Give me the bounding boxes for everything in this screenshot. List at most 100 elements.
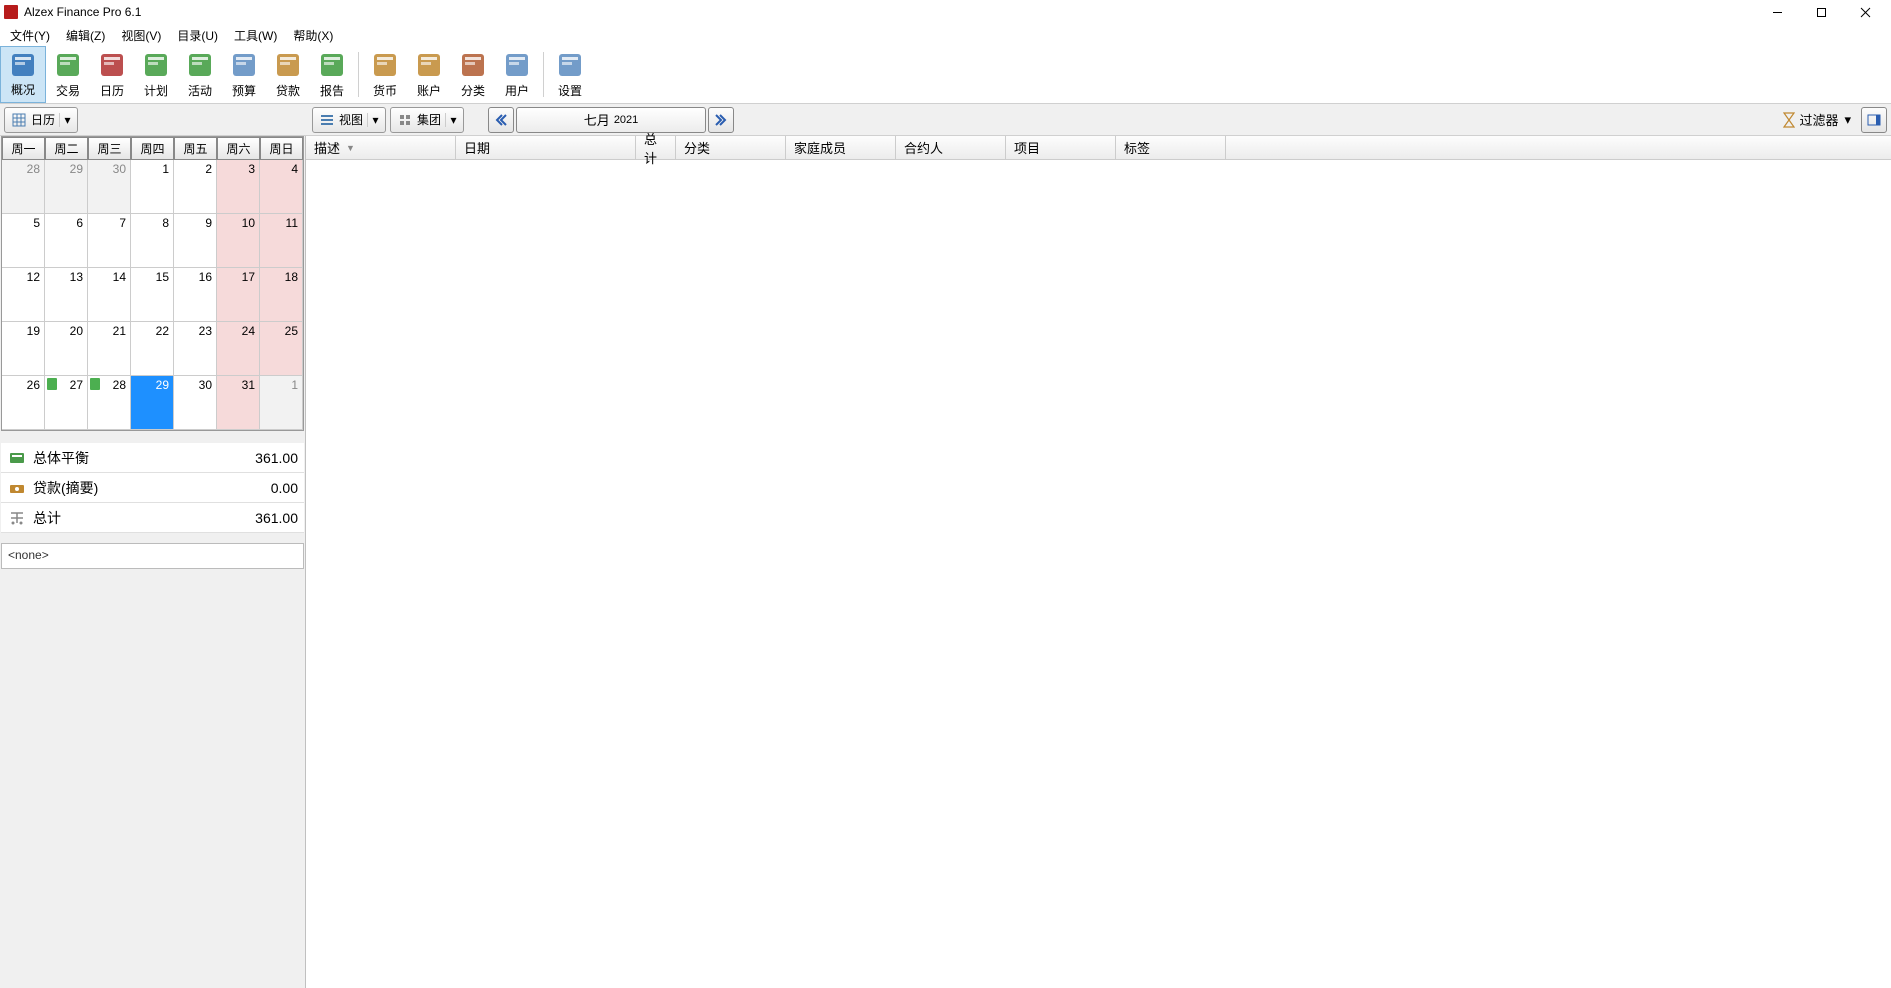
calendar-day[interactable]: 16 — [174, 268, 217, 322]
calendar-day[interactable]: 3 — [217, 160, 260, 214]
panel-toggle-button[interactable] — [1861, 107, 1887, 133]
calendar-day[interactable]: 29 — [131, 376, 174, 430]
calendar-day[interactable]: 28 — [2, 160, 45, 214]
filter-button[interactable]: 过滤器 ▾ — [1779, 110, 1855, 129]
toolbar-transactions-button[interactable]: 交易 — [46, 46, 90, 103]
calendar-day[interactable]: 1 — [131, 160, 174, 214]
column-header-7[interactable]: 标签 — [1116, 136, 1226, 159]
chevron-down-icon[interactable]: ▾ — [59, 113, 75, 127]
close-button[interactable] — [1843, 1, 1887, 23]
titlebar: Alzex Finance Pro 6.1 — [0, 0, 1891, 24]
column-header-4[interactable]: 家庭成员 — [786, 136, 896, 159]
toolbar-label: 设置 — [558, 82, 582, 99]
toolbar-calendar-button[interactable]: 日历 — [90, 46, 134, 103]
calendar-day[interactable]: 13 — [45, 268, 88, 322]
calendar-day[interactable]: 31 — [217, 376, 260, 430]
menu-0[interactable]: 文件(Y) — [2, 25, 58, 46]
toolbar-label: 概况 — [11, 81, 35, 98]
summary-row-loan[interactable]: 贷款(摘要)0.00 — [1, 473, 304, 503]
grid-body[interactable] — [306, 160, 1891, 988]
calendar-day[interactable]: 7 — [88, 214, 131, 268]
menu-2[interactable]: 视图(V) — [113, 25, 169, 46]
column-label: 项目 — [1014, 138, 1040, 157]
weekday-header: 周一 — [2, 137, 45, 160]
view-button[interactable]: 视图 ▾ — [312, 107, 386, 133]
calendar-day[interactable]: 8 — [131, 214, 174, 268]
calendar-day[interactable]: 4 — [260, 160, 303, 214]
month-selector[interactable]: 七月 2021 — [516, 107, 706, 133]
toolbar-categories-button[interactable]: 分类 — [451, 46, 495, 103]
calendar-day[interactable]: 29 — [45, 160, 88, 214]
calendar-day[interactable]: 10 — [217, 214, 260, 268]
weekday-header: 周五 — [174, 137, 217, 160]
column-header-6[interactable]: 项目 — [1006, 136, 1116, 159]
calendar-day[interactable]: 2 — [174, 160, 217, 214]
calendar-day[interactable]: 25 — [260, 322, 303, 376]
calendar-day[interactable]: 23 — [174, 322, 217, 376]
group-button[interactable]: 集团 ▾ — [390, 107, 464, 133]
calendar-day[interactable]: 20 — [45, 322, 88, 376]
toolbar-settings-button[interactable]: 设置 — [548, 46, 592, 103]
toolbar-loans-button[interactable]: 贷款 — [266, 46, 310, 103]
calendar-day[interactable]: 17 — [217, 268, 260, 322]
calendar-day[interactable]: 1 — [260, 376, 303, 430]
calendar-day[interactable]: 22 — [131, 322, 174, 376]
chevron-down-icon[interactable]: ▾ — [1844, 112, 1851, 128]
calendar-day[interactable]: 26 — [2, 376, 45, 430]
toolbar-overview-button[interactable]: 概况 — [0, 46, 46, 103]
summary-row-balance[interactable]: 总体平衡361.00 — [1, 443, 304, 473]
calendar-day[interactable]: 14 — [88, 268, 131, 322]
toolbar-budget-button[interactable]: 预算 — [222, 46, 266, 103]
menu-5[interactable]: 帮助(X) — [285, 25, 341, 46]
weekday-header: 周六 — [217, 137, 260, 160]
toolbar-events-button[interactable]: 活动 — [178, 46, 222, 103]
menu-1[interactable]: 编辑(Z) — [58, 25, 113, 46]
weekday-header: 周二 — [45, 137, 88, 160]
column-label: 家庭成员 — [794, 138, 846, 157]
calendar-day[interactable]: 15 — [131, 268, 174, 322]
column-label: 分类 — [684, 138, 710, 157]
next-month-button[interactable] — [708, 107, 734, 133]
chevron-down-icon[interactable]: ▾ — [445, 113, 461, 127]
summary-row-total[interactable]: 总计361.00 — [1, 503, 304, 533]
calendar-day[interactable]: 5 — [2, 214, 45, 268]
toolbar-plan-button[interactable]: 计划 — [134, 46, 178, 103]
calendar-day[interactable]: 30 — [174, 376, 217, 430]
summary-value: 361.00 — [255, 450, 298, 466]
calendar-day[interactable]: 9 — [174, 214, 217, 268]
list-icon — [319, 112, 335, 128]
calendar-day[interactable]: 19 — [2, 322, 45, 376]
calendar-mode-button[interactable]: 日历 ▾ — [4, 107, 78, 133]
column-label: 描述 — [314, 138, 340, 157]
menu-4[interactable]: 工具(W) — [226, 25, 285, 46]
maximize-button[interactable] — [1799, 1, 1843, 23]
chevron-down-icon[interactable]: ▾ — [367, 113, 383, 127]
calendar-day[interactable]: 18 — [260, 268, 303, 322]
toolbar-accounts-button[interactable]: 账户 — [407, 46, 451, 103]
column-header-0[interactable]: 描述▼ — [306, 136, 456, 159]
calendar-day[interactable]: 12 — [2, 268, 45, 322]
calendar-day[interactable]: 11 — [260, 214, 303, 268]
toolbar-users-button[interactable]: 用户 — [495, 46, 539, 103]
column-label: 合约人 — [904, 138, 943, 157]
calendar-day[interactable]: 24 — [217, 322, 260, 376]
calendar-day[interactable]: 28 — [88, 376, 131, 430]
column-header-1[interactable]: 日期 — [456, 136, 636, 159]
calendar-day[interactable]: 21 — [88, 322, 131, 376]
calendar-icon — [96, 49, 128, 81]
calendar-day[interactable]: 27 — [45, 376, 88, 430]
none-box[interactable]: <none> — [1, 543, 304, 569]
weekday-header: 周日 — [260, 137, 303, 160]
menu-3[interactable]: 目录(U) — [169, 25, 226, 46]
column-header-5[interactable]: 合约人 — [896, 136, 1006, 159]
minimize-button[interactable] — [1755, 1, 1799, 23]
column-header-3[interactable]: 分类 — [676, 136, 786, 159]
column-header-2[interactable]: 总计 — [636, 136, 676, 159]
toolbar-reports-button[interactable]: 报告 — [310, 46, 354, 103]
transactions-icon — [52, 49, 84, 81]
toolbar-currency-button[interactable]: 货币 — [363, 46, 407, 103]
calendar-day[interactable]: 6 — [45, 214, 88, 268]
calendar-day[interactable]: 30 — [88, 160, 131, 214]
summary-panel: 总体平衡361.00贷款(摘要)0.00总计361.00 — [1, 443, 304, 533]
prev-month-button[interactable] — [488, 107, 514, 133]
